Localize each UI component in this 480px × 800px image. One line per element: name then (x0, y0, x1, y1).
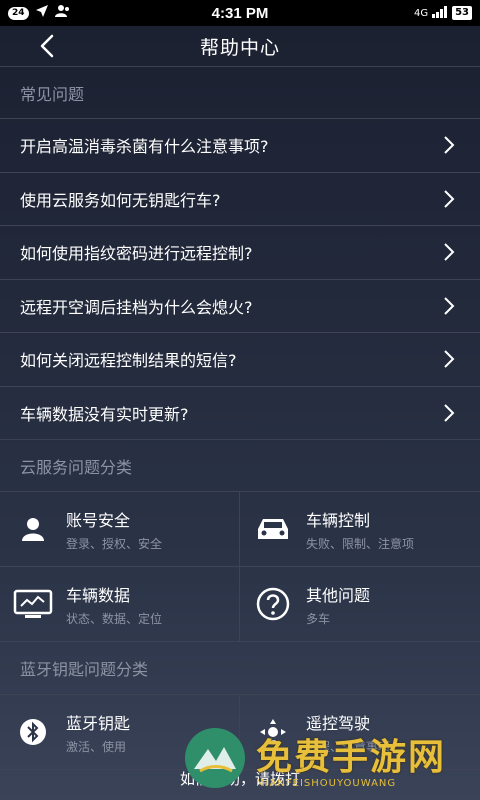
faq-item-label: 开启高温消毒杀菌有什么注意事项? (20, 137, 269, 157)
faq-item[interactable]: 远程开空调后挂档为什么会熄火? (0, 278, 480, 333)
bluetooth-section-header: 蓝牙钥匙问题分类 (20, 660, 149, 679)
category-vehicle-control[interactable]: 车辆控制 失败、限制、注意项 (240, 492, 480, 567)
title-bar: 帮助中心 (0, 26, 480, 66)
page-title: 帮助中心 (199, 36, 280, 59)
category-title: 其他问题 (306, 585, 371, 605)
faq-item[interactable]: 如何使用指纹密码进行远程控制? (0, 225, 480, 279)
faq-item[interactable]: 车辆数据没有实时更新? (0, 385, 480, 440)
chevron-right-icon (444, 297, 455, 315)
watermark-logo-icon (185, 728, 245, 788)
faq-list: 开启高温消毒杀菌有什么注意事项? 使用云服务如何无钥匙行车? 如何使用指纹密码进… (0, 118, 480, 439)
faq-item[interactable]: 如何关闭远程控制结果的短信? (0, 332, 480, 386)
category-title: 蓝牙钥匙 (66, 713, 131, 733)
watermark-title: 免费手游网 (256, 735, 447, 778)
cloud-category-grid: 账号安全 登录、授权、安全 车辆控制 失败、限制、注意项 车辆数据 状态、数据、… (0, 491, 480, 642)
car-icon (252, 508, 294, 550)
category-other-questions[interactable]: 其他问题 多车 (240, 567, 480, 642)
chevron-right-icon (444, 136, 455, 154)
status-bar: 24 4:31 PM 4G 53 (0, 0, 480, 26)
chevron-right-icon (444, 190, 455, 208)
faq-item-label: 车辆数据没有实时更新? (20, 404, 189, 424)
bluetooth-icon (12, 711, 54, 753)
faq-item[interactable]: 使用云服务如何无钥匙行车? (0, 171, 480, 226)
category-title: 车辆控制 (306, 510, 371, 530)
user-icon (12, 508, 54, 550)
faq-item-label: 远程开空调后挂档为什么会熄火? (20, 297, 253, 317)
faq-item-label: 如何关闭远程控制结果的短信? (20, 351, 237, 371)
chevron-right-icon (444, 350, 455, 368)
category-vehicle-data[interactable]: 车辆数据 状态、数据、定位 (0, 567, 240, 642)
category-subtitle: 登录、授权、安全 (66, 536, 163, 551)
category-title: 车辆数据 (66, 585, 131, 605)
category-subtitle: 激活、使用 (66, 739, 127, 754)
category-title: 账号安全 (66, 510, 131, 530)
faq-item-label: 如何使用指纹密码进行远程控制? (20, 244, 253, 264)
faq-item-label: 使用云服务如何无钥匙行车? (20, 190, 221, 210)
status-time: 4:31 PM (211, 4, 269, 22)
category-subtitle: 状态、数据、定位 (66, 611, 163, 626)
category-subtitle: 多车 (306, 611, 331, 626)
category-subtitle: 失败、限制、注意项 (306, 536, 415, 551)
watermark: 免费手游网 MIANFEISHOUYOUWANG (182, 716, 478, 800)
back-arrow-icon[interactable] (36, 32, 62, 60)
category-account-security[interactable]: 账号安全 登录、授权、安全 (0, 492, 240, 567)
question-icon (252, 583, 294, 625)
chevron-right-icon (444, 243, 455, 261)
faq-item[interactable]: 开启高温消毒杀菌有什么注意事项? (0, 118, 480, 172)
cloud-section-header: 云服务问题分类 (0, 439, 480, 491)
monitor-icon (12, 583, 54, 625)
faq-section-header: 常见问题 (0, 66, 480, 118)
chevron-right-icon (444, 404, 455, 422)
